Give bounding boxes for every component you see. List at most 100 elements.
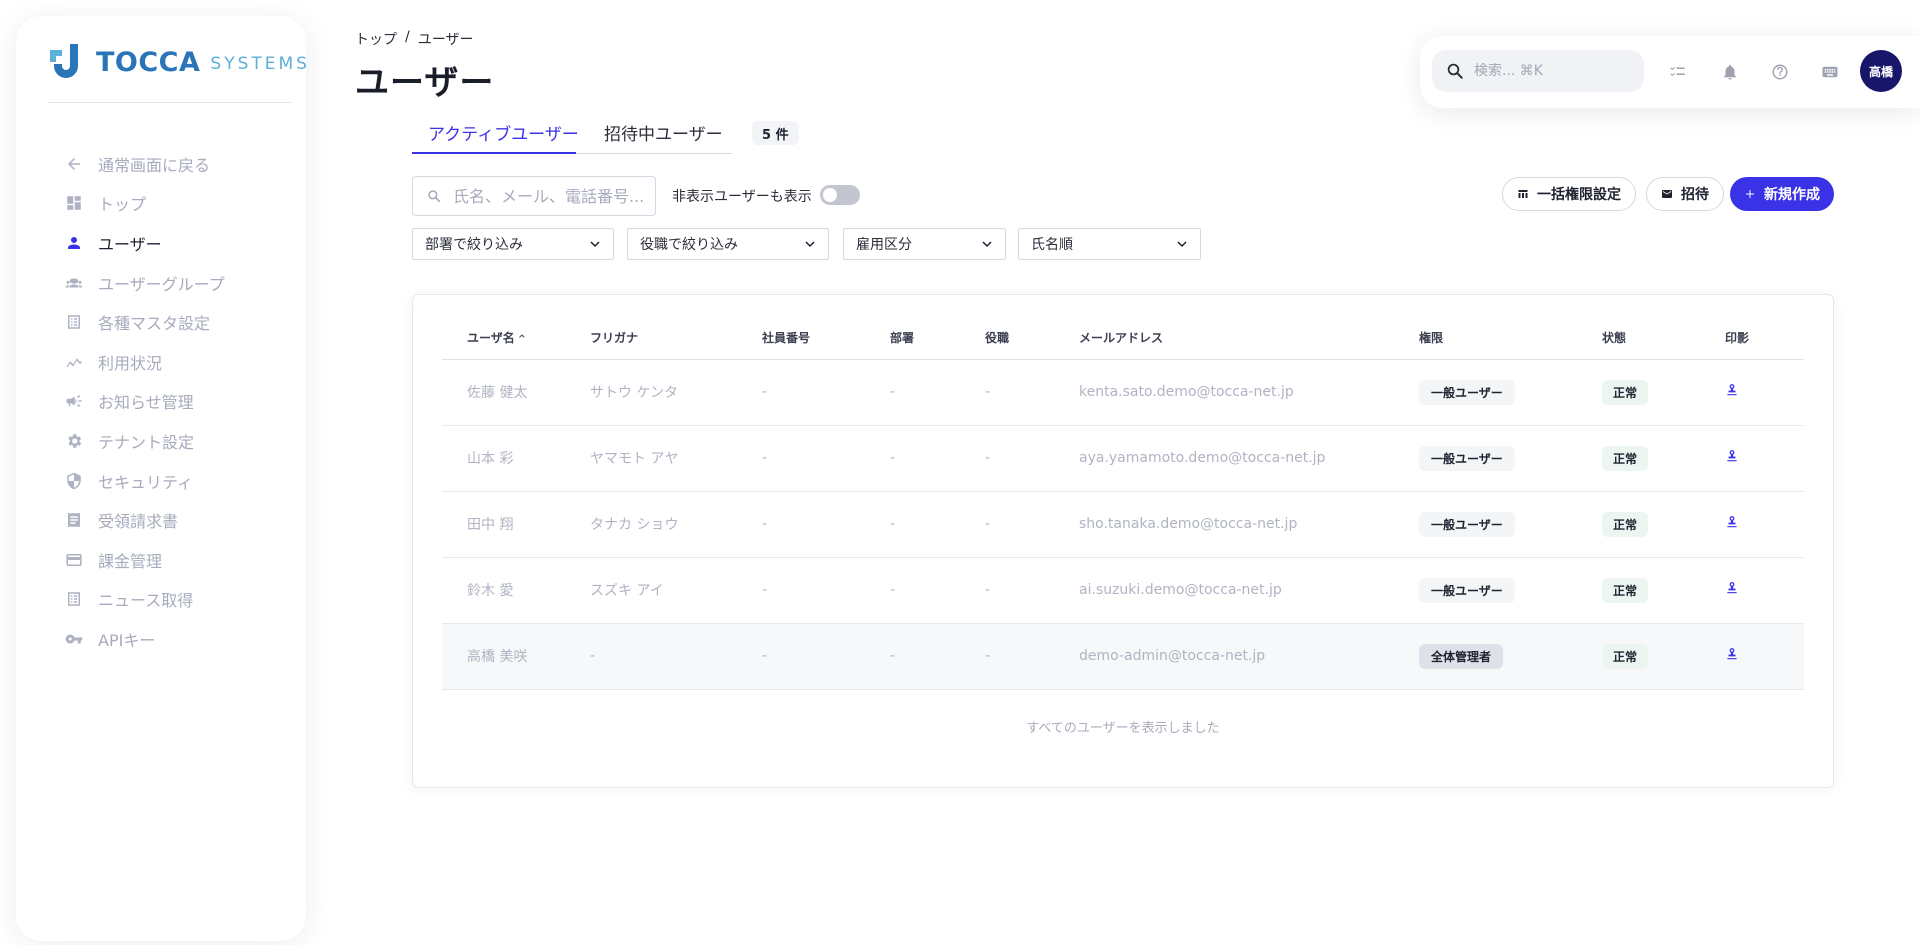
- sidebar-item-back[interactable]: 通常画面に戻る: [64, 144, 225, 184]
- table-row[interactable]: 佐藤 健太 サトウ ケンタ - - - kenta.sato.demo@tocc…: [442, 359, 1804, 426]
- global-search-input[interactable]: [1474, 63, 1624, 79]
- invite-label: 招待: [1681, 187, 1709, 203]
- show-hidden-toggle[interactable]: [820, 185, 860, 205]
- sidebar-item-label: 各種マスタ設定: [98, 314, 211, 334]
- table-row[interactable]: 高橋 美咲 - - - - demo-admin@tocca-net.jp 全体…: [442, 623, 1804, 690]
- group-icon: [64, 273, 84, 293]
- sidebar-item-label: テナント設定: [98, 432, 195, 452]
- grid-icon: [1518, 190, 1528, 198]
- sidebar-item-label: APIキー: [98, 630, 156, 650]
- table-row[interactable]: 山本 彩 ヤマモト アヤ - - - aya.yamamoto.demo@toc…: [442, 425, 1804, 492]
- bulk-permission-button[interactable]: 一括権限設定: [1502, 177, 1636, 211]
- table-row[interactable]: 鈴木 愛 スズキ アイ - - - ai.suzuki.demo@tocca-n…: [442, 557, 1804, 624]
- cell-position: -: [985, 491, 1079, 558]
- search-icon: [428, 190, 441, 203]
- list-icon: [64, 312, 84, 332]
- sidebar-item-label: セキュリティ: [98, 472, 194, 492]
- sidebar-item-master-settings[interactable]: 各種マスタ設定: [64, 302, 225, 342]
- cell-status: 正常: [1602, 425, 1725, 492]
- users-table-card: ユーザ名 ^ フリガナ 社員番号 部署 役職 メールアドレス 権限 状態 印影 佐…: [412, 294, 1834, 788]
- sidebar-item-api-keys[interactable]: APIキー: [64, 619, 225, 659]
- col-header-employee-no: 社員番号: [762, 317, 890, 360]
- cell-department: -: [890, 491, 985, 558]
- global-search[interactable]: [1432, 50, 1644, 92]
- status-badge: 正常: [1602, 379, 1649, 405]
- cell-kana: ヤマモト アヤ: [590, 425, 762, 492]
- cell-kana: サトウ ケンタ: [590, 359, 762, 426]
- keyboard-icon[interactable]: [1820, 62, 1840, 82]
- user-avatar[interactable]: 高橋: [1860, 50, 1902, 92]
- breadcrumb-current: ユーザー: [417, 32, 474, 48]
- users-table: ユーザ名 ^ フリガナ 社員番号 部署 役職 メールアドレス 権限 状態 印影 佐…: [442, 317, 1804, 690]
- bell-icon[interactable]: [1720, 62, 1740, 82]
- col-header-permission: 権限: [1419, 317, 1602, 360]
- breadcrumb: トップ / ユーザー: [355, 29, 473, 49]
- user-count-badge: 5 件: [752, 121, 799, 145]
- toggle-knob: [823, 188, 837, 202]
- sidebar-item-label: 利用状況: [98, 353, 163, 373]
- seal-icon[interactable]: [1725, 647, 1739, 661]
- cell-position: -: [985, 359, 1079, 426]
- tab-active-users[interactable]: アクティブユーザー: [428, 120, 579, 145]
- checklist-icon[interactable]: [1668, 62, 1688, 82]
- cell-seal: [1725, 623, 1804, 690]
- news-icon: [64, 589, 84, 609]
- department-filter[interactable]: 部署で絞り込み: [412, 228, 614, 260]
- user-search-input[interactable]: [453, 186, 649, 206]
- sidebar-item-label: トップ: [98, 195, 147, 215]
- sidebar-item-users[interactable]: ユーザー: [64, 223, 225, 263]
- invite-button[interactable]: 招待: [1646, 177, 1724, 211]
- sidebar-item-tenant-settings[interactable]: テナント設定: [64, 421, 225, 461]
- sort-select[interactable]: 氏名順: [1018, 228, 1201, 260]
- position-filter[interactable]: 役職で絞り込み: [627, 228, 829, 260]
- sidebar-item-label: ニュース取得: [98, 591, 194, 611]
- cell-position: -: [985, 557, 1079, 624]
- cell-seal: [1725, 359, 1804, 426]
- seal-icon[interactable]: [1725, 449, 1739, 463]
- sidebar-item-top[interactable]: トップ: [64, 184, 225, 224]
- sidebar-item-security[interactable]: セキュリティ: [64, 461, 225, 501]
- sidebar-item-user-groups[interactable]: ユーザーグループ: [64, 263, 225, 303]
- sidebar-item-news[interactable]: ニュース取得: [64, 580, 225, 620]
- employment-filter-value: 雇用区分: [856, 237, 912, 253]
- cell-status: 正常: [1602, 359, 1725, 426]
- cell-position: -: [985, 425, 1079, 492]
- seal-icon[interactable]: [1725, 515, 1739, 529]
- cell-employee-no: -: [762, 359, 890, 426]
- brand-logo[interactable]: TOCCA SYSTEMS: [48, 42, 310, 82]
- chevron-down-icon: [1177, 241, 1187, 248]
- sidebar-item-billing[interactable]: 課金管理: [64, 540, 225, 580]
- tab-indicator: [412, 152, 576, 154]
- credit-card-icon: [64, 550, 84, 570]
- cell-name: 佐藤 健太: [442, 359, 590, 426]
- help-icon[interactable]: [1770, 62, 1790, 82]
- col-header-email: メールアドレス: [1079, 317, 1419, 360]
- tab-invited-users[interactable]: 招待中ユーザー: [604, 120, 723, 145]
- arrow-left-icon: [64, 154, 84, 174]
- shield-icon: [64, 471, 84, 491]
- cell-kana: -: [590, 623, 762, 690]
- user-search[interactable]: [412, 176, 656, 216]
- cell-status: 正常: [1602, 557, 1725, 624]
- col-header-name[interactable]: ユーザ名 ^: [442, 317, 590, 360]
- sidebar-item-usage[interactable]: 利用状況: [64, 342, 225, 382]
- seal-icon[interactable]: [1725, 581, 1739, 595]
- cell-permission: 一般ユーザー: [1419, 425, 1602, 492]
- create-user-button[interactable]: 新規作成: [1730, 177, 1834, 211]
- sidebar-item-received-invoices[interactable]: 受領請求書: [64, 500, 225, 540]
- plus-icon: [1746, 190, 1754, 198]
- cell-employee-no: -: [762, 425, 890, 492]
- col-header-kana: フリガナ: [590, 317, 762, 360]
- cell-name: 田中 翔: [442, 491, 590, 558]
- status-badge: 正常: [1602, 643, 1649, 669]
- sidebar-item-announcements[interactable]: お知らせ管理: [64, 382, 225, 422]
- sidebar-item-label: 課金管理: [98, 551, 163, 571]
- table-row[interactable]: 田中 翔 タナカ ショウ - - - sho.tanaka.demo@tocca…: [442, 491, 1804, 558]
- employment-filter[interactable]: 雇用区分: [843, 228, 1006, 260]
- breadcrumb-home[interactable]: トップ: [355, 29, 397, 49]
- col-header-status: 状態: [1602, 317, 1725, 360]
- department-filter-value: 部署で絞り込み: [425, 237, 523, 253]
- seal-icon[interactable]: [1725, 383, 1739, 397]
- brand-name: TOCCA: [96, 46, 201, 78]
- cell-department: -: [890, 557, 985, 624]
